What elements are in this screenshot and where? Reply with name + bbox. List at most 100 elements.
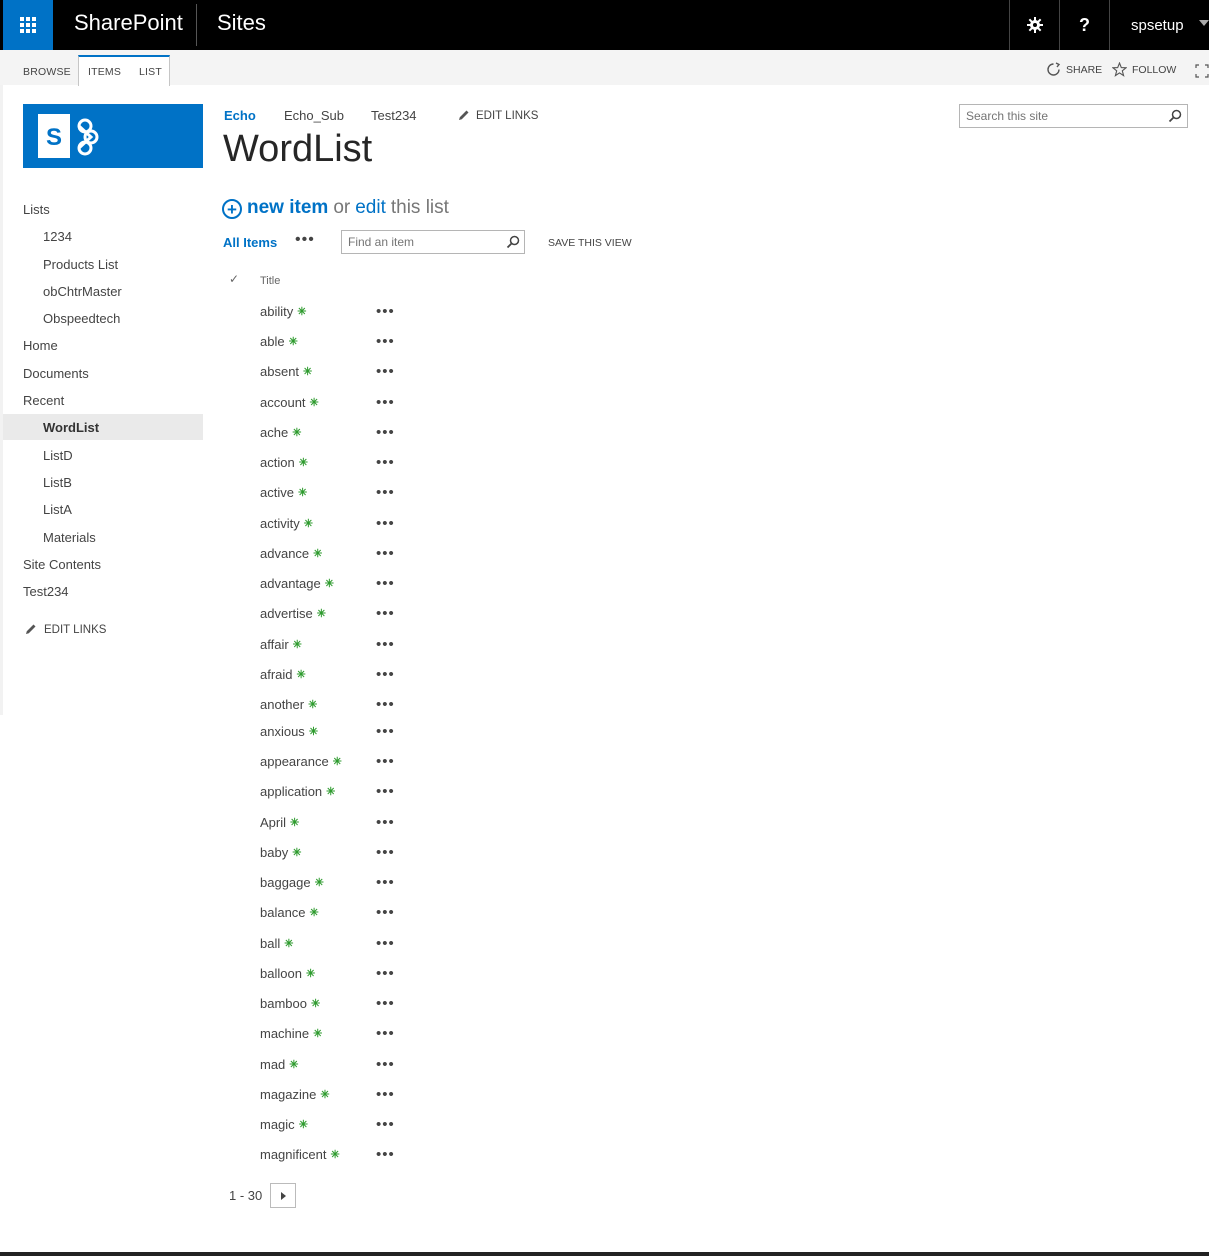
row-title-link[interactable]: mad — [260, 1057, 285, 1072]
leftnav-item[interactable]: ListA — [3, 496, 203, 522]
row-more-button[interactable]: ••• — [376, 961, 395, 985]
row-more-button[interactable]: ••• — [376, 749, 395, 773]
table-row[interactable]: account ✳ — [260, 390, 319, 414]
row-title-link[interactable]: magic — [260, 1117, 295, 1132]
row-title-link[interactable]: ache — [260, 425, 288, 440]
row-more-button[interactable]: ••• — [376, 390, 395, 414]
view-all-items[interactable]: All Items — [223, 235, 277, 250]
row-title-link[interactable]: April — [260, 815, 286, 830]
user-menu[interactable]: spsetup — [1109, 0, 1209, 50]
row-title-link[interactable]: ball — [260, 936, 280, 951]
table-row[interactable]: application ✳ — [260, 779, 335, 803]
row-more-button[interactable]: ••• — [376, 299, 395, 323]
row-more-button[interactable]: ••• — [376, 1021, 395, 1045]
row-more-button[interactable]: ••• — [376, 662, 395, 686]
find-item-input[interactable] — [346, 232, 504, 252]
leftnav-item[interactable]: Test234 — [3, 578, 203, 604]
new-item-link[interactable]: new item — [247, 197, 328, 219]
row-title-link[interactable]: account — [260, 395, 306, 410]
view-more-button[interactable]: ••• — [295, 231, 315, 249]
leftnav-item[interactable]: Documents — [3, 360, 203, 386]
topnav-echo-sub[interactable]: Echo_Sub — [284, 108, 344, 123]
search-icon[interactable] — [506, 235, 520, 249]
app-launcher-button[interactable] — [3, 0, 53, 50]
row-title-link[interactable]: baby — [260, 845, 288, 860]
leftnav-item[interactable]: Site Contents — [3, 551, 203, 577]
row-title-link[interactable]: balance — [260, 905, 306, 920]
row-more-button[interactable]: ••• — [376, 840, 395, 864]
row-title-link[interactable]: anxious — [260, 724, 305, 739]
row-title-link[interactable]: application — [260, 784, 322, 799]
edit-list-link[interactable]: edit — [355, 197, 386, 219]
row-more-button[interactable]: ••• — [376, 420, 395, 444]
leftnav-item[interactable]: ListB — [3, 469, 203, 495]
table-row[interactable]: magnificent ✳ — [260, 1142, 340, 1166]
row-more-button[interactable]: ••• — [376, 329, 395, 353]
table-row[interactable]: advertise ✳ — [260, 601, 326, 625]
focus-on-content-icon[interactable] — [1195, 64, 1209, 78]
tab-items[interactable]: ITEMS — [88, 66, 121, 78]
topnav-edit-links[interactable]: EDIT LINKS — [457, 109, 538, 122]
row-more-button[interactable]: ••• — [376, 571, 395, 595]
share-button[interactable]: SHARE — [1046, 62, 1102, 77]
table-row[interactable]: baby ✳ — [260, 840, 301, 864]
topnav-test234[interactable]: Test234 — [371, 108, 417, 123]
row-more-button[interactable]: ••• — [376, 810, 395, 834]
find-item-box[interactable] — [341, 230, 525, 254]
leftnav-edit-links[interactable]: EDIT LINKS — [24, 623, 106, 636]
table-row[interactable]: balloon ✳ — [260, 961, 315, 985]
table-row[interactable]: absent ✳ — [260, 359, 312, 383]
table-row[interactable]: activity ✳ — [260, 511, 313, 535]
row-title-link[interactable]: affair — [260, 637, 289, 652]
settings-button[interactable] — [1009, 0, 1059, 50]
row-more-button[interactable]: ••• — [376, 991, 395, 1015]
table-row[interactable]: magic ✳ — [260, 1112, 308, 1136]
leftnav-item[interactable]: Products List — [3, 251, 203, 277]
table-row[interactable]: ball ✳ — [260, 931, 293, 955]
row-more-button[interactable]: ••• — [376, 359, 395, 383]
row-title-link[interactable]: magnificent — [260, 1147, 326, 1162]
table-row[interactable]: advance ✳ — [260, 541, 322, 565]
table-row[interactable]: afraid ✳ — [260, 662, 306, 686]
row-title-link[interactable]: advance — [260, 546, 309, 561]
row-title-link[interactable]: bamboo — [260, 996, 307, 1011]
leftnav-item[interactable]: 1234 — [3, 223, 203, 249]
next-page-button[interactable] — [270, 1183, 297, 1208]
table-row[interactable]: advantage ✳ — [260, 571, 334, 595]
row-more-button[interactable]: ••• — [376, 1142, 395, 1166]
row-more-button[interactable]: ••• — [376, 779, 395, 803]
row-title-link[interactable]: active — [260, 485, 294, 500]
table-row[interactable]: appearance ✳ — [260, 749, 342, 773]
row-title-link[interactable]: magazine — [260, 1087, 316, 1102]
table-row[interactable]: able ✳ — [260, 329, 298, 353]
row-more-button[interactable]: ••• — [376, 601, 395, 625]
site-logo[interactable]: S — [23, 104, 203, 168]
row-more-button[interactable]: ••• — [376, 870, 395, 894]
row-more-button[interactable]: ••• — [376, 692, 395, 716]
table-row[interactable]: affair ✳ — [260, 632, 302, 656]
row-title-link[interactable]: ability — [260, 304, 293, 319]
row-title-link[interactable]: afraid — [260, 667, 293, 682]
leftnav-item[interactable]: Obspeedtech — [3, 305, 203, 331]
row-title-link[interactable]: balloon — [260, 966, 302, 981]
row-more-button[interactable]: ••• — [376, 541, 395, 565]
table-row[interactable]: action ✳ — [260, 450, 308, 474]
leftnav-item[interactable]: Recent — [3, 387, 203, 413]
row-title-link[interactable]: activity — [260, 516, 300, 531]
site-search-input[interactable] — [964, 106, 1164, 126]
tab-list[interactable]: LIST — [139, 66, 162, 78]
table-row[interactable]: bamboo ✳ — [260, 991, 320, 1015]
row-more-button[interactable]: ••• — [376, 1052, 395, 1076]
table-row[interactable]: ability ✳ — [260, 299, 306, 323]
row-more-button[interactable]: ••• — [376, 511, 395, 535]
table-row[interactable]: balance ✳ — [260, 900, 319, 924]
table-row[interactable]: magazine ✳ — [260, 1082, 330, 1106]
row-title-link[interactable]: able — [260, 334, 285, 349]
save-view-button[interactable]: SAVE THIS VIEW — [548, 237, 632, 249]
row-title-link[interactable]: another — [260, 697, 304, 712]
sites-link[interactable]: Sites — [217, 10, 266, 36]
leftnav-item[interactable]: obChtrMaster — [3, 278, 203, 304]
row-more-button[interactable]: ••• — [376, 931, 395, 955]
tab-browse[interactable]: BROWSE — [23, 66, 71, 78]
table-row[interactable]: April ✳ — [260, 810, 299, 834]
